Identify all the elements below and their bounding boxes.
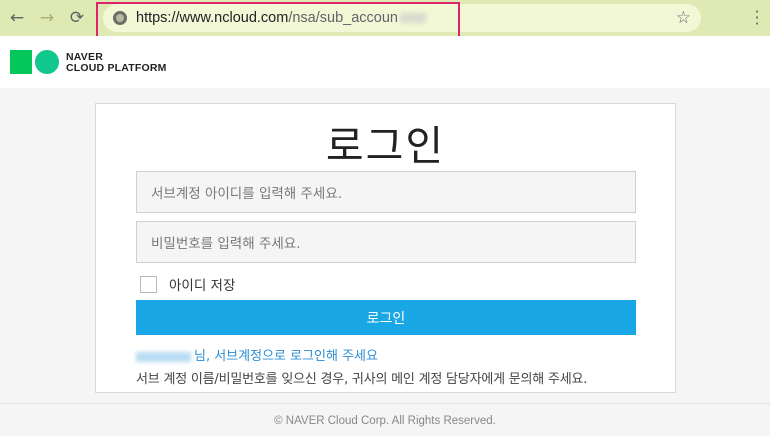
- subaccount-id-input[interactable]: 서브계정 아이디를 입력해 주세요.: [136, 171, 636, 213]
- redacted-account-name: [136, 351, 191, 362]
- remember-id[interactable]: 아이디 저장: [140, 274, 235, 294]
- footer-divider: [0, 403, 770, 404]
- reload-icon[interactable]: ⟳: [64, 5, 90, 31]
- bookmark-star-icon[interactable]: ☆: [676, 8, 691, 28]
- forgot-notice: 서브 계정 이름/비밀번호를 잊으신 경우, 귀사의 메인 계정 담당자에게 문…: [136, 372, 588, 387]
- browser-menu-icon[interactable]: · · ·: [754, 4, 760, 32]
- back-icon[interactable]: ←: [4, 5, 30, 31]
- logo-line-2: CLOUD PLATFORM: [66, 62, 167, 74]
- login-card: 로그인 서브계정 아이디를 입력해 주세요. 비밀번호를 입력해 주세요. 아이…: [95, 103, 676, 393]
- logo-text: NAVER CLOUD PLATFORM: [66, 52, 167, 74]
- remember-id-checkbox[interactable]: [140, 275, 157, 293]
- site-header: NAVER CLOUD PLATFORM: [0, 36, 770, 88]
- forward-icon[interactable]: →: [34, 5, 60, 31]
- password-input[interactable]: 비밀번호를 입력해 주세요.: [136, 221, 636, 263]
- account-notice: 님, 서브계정으로 로그인해 주세요: [136, 345, 378, 364]
- footer-copyright: © NAVER Cloud Corp. All Rights Reserved.: [274, 415, 496, 427]
- naver-cloud-logo-icon[interactable]: [10, 50, 60, 74]
- account-notice-text: 님, 서브계정으로 로그인해 주세요: [194, 349, 378, 364]
- login-button[interactable]: 로그인: [136, 300, 636, 335]
- page-title: 로그인: [325, 122, 446, 170]
- remember-id-label[interactable]: 아이디 저장: [169, 274, 235, 294]
